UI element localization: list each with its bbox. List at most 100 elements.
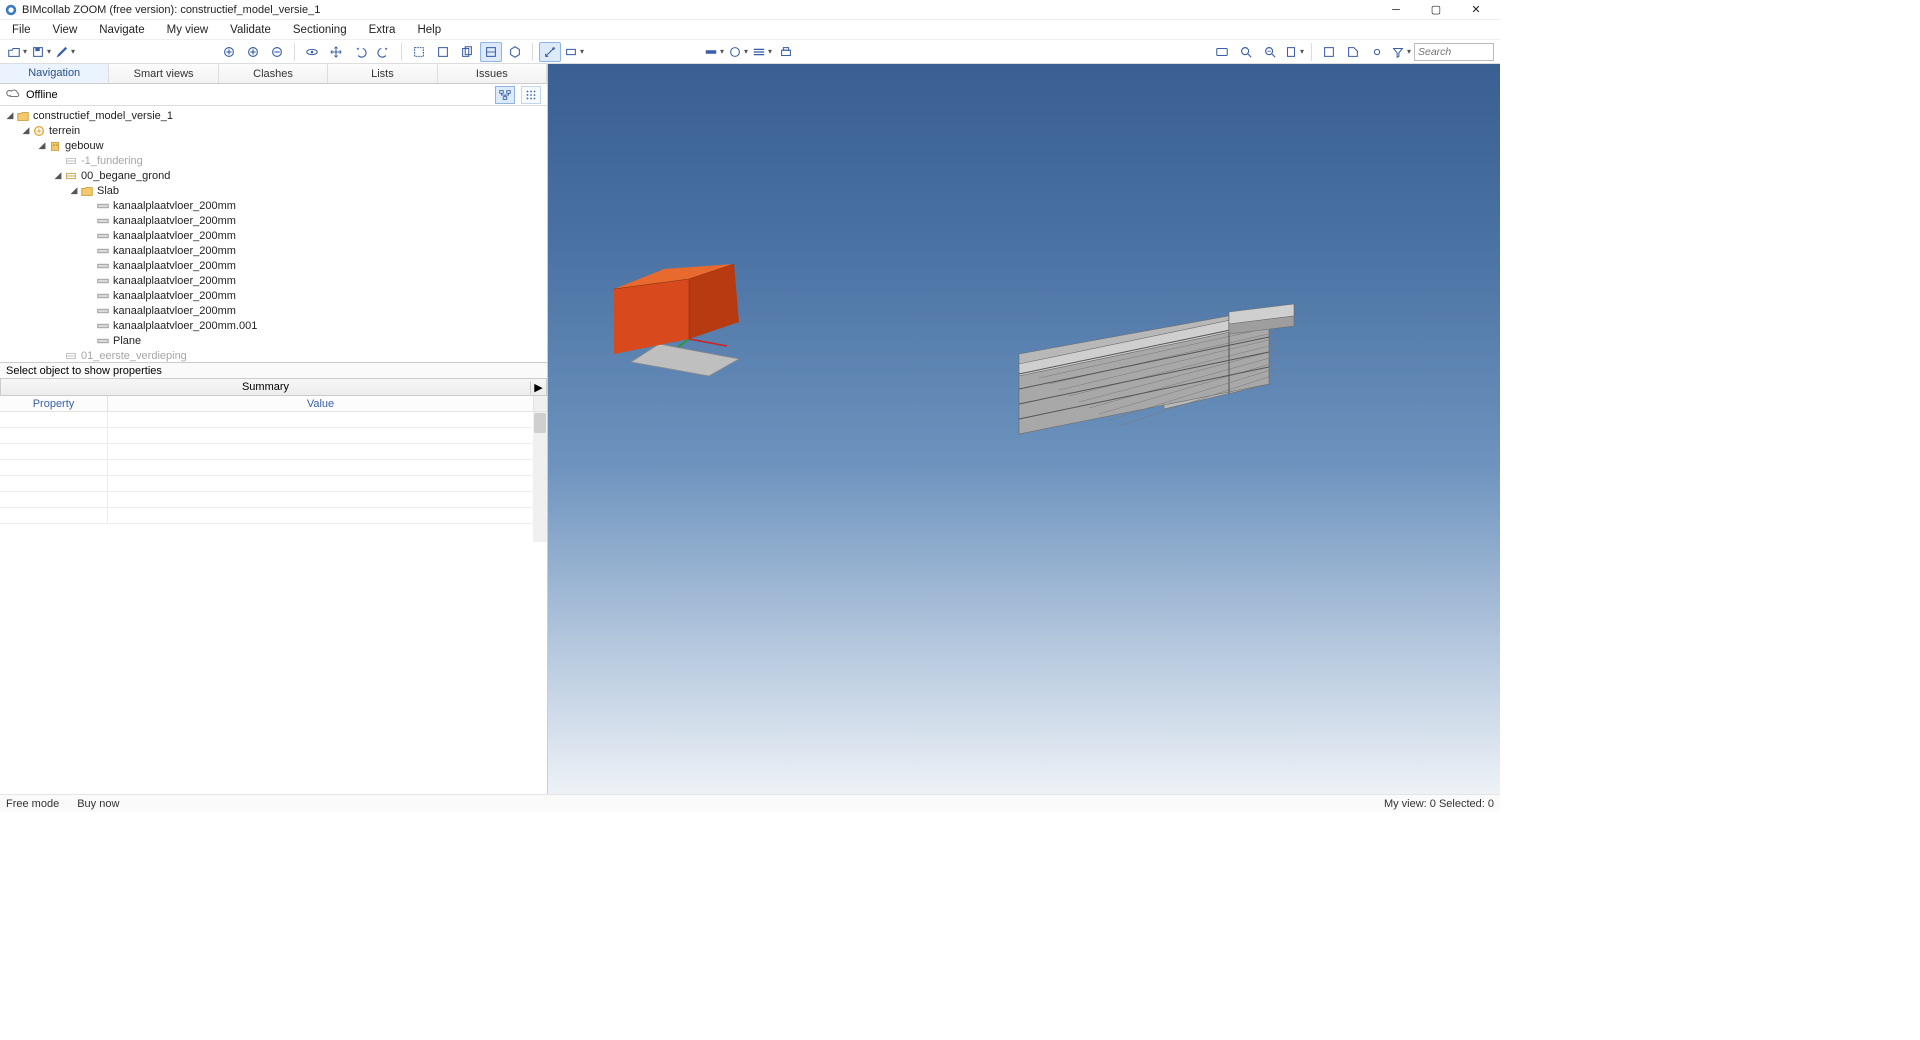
- tree-row-slabitem[interactable]: kanaalplaatvloer_200mm: [0, 303, 547, 318]
- menu-extra[interactable]: Extra: [365, 22, 400, 38]
- tree-row-root[interactable]: ◢constructief_model_versie_1: [0, 108, 547, 123]
- close-button[interactable]: ✕: [1456, 0, 1496, 20]
- property-scrollbar[interactable]: [533, 412, 547, 542]
- tree-mode-hierarchy[interactable]: [495, 86, 515, 104]
- cloud-icon: [6, 86, 20, 103]
- tree-row-slabitem[interactable]: kanaalplaatvloer_200mm.001: [0, 318, 547, 333]
- menu-file[interactable]: File: [8, 22, 35, 38]
- filter-button[interactable]: [1390, 42, 1412, 62]
- annotation-button[interactable]: [563, 42, 585, 62]
- display-mode-button[interactable]: [703, 42, 725, 62]
- bcf-button[interactable]: [1318, 42, 1340, 62]
- select-button[interactable]: [408, 42, 430, 62]
- toolbar-center: [703, 42, 797, 62]
- properties-placeholder: Select object to show properties: [0, 362, 547, 378]
- tree-row-eerste[interactable]: 01_eerste_verdieping: [0, 348, 547, 362]
- tree-row-slabitem[interactable]: kanaalplaatvloer_200mm: [0, 198, 547, 213]
- link-button[interactable]: [1366, 42, 1388, 62]
- viewport-object-cube: [614, 264, 739, 354]
- element-icon: [96, 244, 110, 258]
- tree-row-plane[interactable]: Plane: [0, 333, 547, 348]
- tree-row-terrein[interactable]: ◢terrein: [0, 123, 547, 138]
- minimize-button[interactable]: ─: [1376, 0, 1416, 20]
- tree-row-slabitem[interactable]: kanaalplaatvloer_200mm: [0, 288, 547, 303]
- tab-issues[interactable]: Issues: [438, 64, 547, 83]
- property-grid-body: [0, 412, 547, 542]
- tree-row-slabitem[interactable]: kanaalplaatvloer_200mm: [0, 228, 547, 243]
- element-icon: [96, 274, 110, 288]
- box-button[interactable]: [480, 42, 502, 62]
- toolbar-right: [1211, 42, 1494, 62]
- zoom-fit-button[interactable]: [218, 42, 240, 62]
- 3d-viewport[interactable]: [548, 64, 1500, 794]
- element-icon: [96, 199, 110, 213]
- tree-row-fundering[interactable]: -1_fundering: [0, 153, 547, 168]
- element-icon: [96, 259, 110, 273]
- property-grid-header: Property Value: [0, 396, 547, 412]
- menu-help[interactable]: Help: [413, 22, 445, 38]
- titlebar: BIMcollab ZOOM (free version): construct…: [0, 0, 1500, 20]
- tree-row-slabitem[interactable]: kanaalplaatvloer_200mm: [0, 213, 547, 228]
- folder-icon: [80, 184, 94, 198]
- zoom-selection-button[interactable]: [1235, 42, 1257, 62]
- tree-row-slabitem[interactable]: kanaalplaatvloer_200mm: [0, 258, 547, 273]
- maximize-button[interactable]: ▢: [1416, 0, 1456, 20]
- tree-row-slabitem[interactable]: kanaalplaatvloer_200mm: [0, 243, 547, 258]
- hide-button[interactable]: [432, 42, 454, 62]
- summary-label: Summary: [1, 381, 530, 393]
- orbit-button[interactable]: [301, 42, 323, 62]
- element-icon: [96, 304, 110, 318]
- element-icon: [96, 319, 110, 333]
- storey-icon: [64, 349, 78, 363]
- edges-button[interactable]: [751, 42, 773, 62]
- zoom-in-button[interactable]: [242, 42, 264, 62]
- pan-button[interactable]: [325, 42, 347, 62]
- summary-next-icon[interactable]: ▶: [530, 381, 546, 394]
- tag-button[interactable]: [1342, 42, 1364, 62]
- column-value[interactable]: Value: [108, 396, 533, 411]
- zoom-window-button[interactable]: [1259, 42, 1281, 62]
- redo-view-button[interactable]: [373, 42, 395, 62]
- tree-row-slabitem[interactable]: kanaalplaatvloer_200mm: [0, 273, 547, 288]
- storey-icon: [64, 154, 78, 168]
- section-button[interactable]: [456, 42, 478, 62]
- tree-row-gebouw[interactable]: ◢gebouw: [0, 138, 547, 153]
- measure-button[interactable]: [539, 42, 561, 62]
- tab-clashes[interactable]: Clashes: [219, 64, 328, 83]
- clipboard-button[interactable]: [1283, 42, 1305, 62]
- search-input[interactable]: [1414, 43, 1494, 61]
- menubar: File View Navigate My view Validate Sect…: [0, 20, 1500, 40]
- settings-button[interactable]: [54, 42, 76, 62]
- tab-lists[interactable]: Lists: [328, 64, 437, 83]
- zoom-out-button[interactable]: [266, 42, 288, 62]
- status-selection: My view: 0 Selected: 0: [1384, 798, 1494, 810]
- undo-view-button[interactable]: [349, 42, 371, 62]
- print-button[interactable]: [775, 42, 797, 62]
- tab-navigation[interactable]: Navigation: [0, 64, 109, 83]
- menu-myview[interactable]: My view: [163, 22, 213, 38]
- tree-row-begane[interactable]: ◢00_begane_grond: [0, 168, 547, 183]
- main-toolbar: [0, 40, 1500, 64]
- summary-header[interactable]: Summary ▶: [0, 378, 547, 396]
- cube-button[interactable]: [504, 42, 526, 62]
- menu-navigate[interactable]: Navigate: [95, 22, 148, 38]
- column-property[interactable]: Property: [0, 396, 108, 411]
- storey-icon: [64, 169, 78, 183]
- scrollbar-header: [533, 396, 547, 411]
- element-icon: [96, 334, 110, 348]
- shading-button[interactable]: [727, 42, 749, 62]
- app-icon: [4, 3, 18, 17]
- tree-mode-flat[interactable]: [521, 86, 541, 104]
- screenshot-button[interactable]: [1211, 42, 1233, 62]
- reference-plane: [631, 344, 739, 376]
- menu-validate[interactable]: Validate: [226, 22, 275, 38]
- status-buy[interactable]: Buy now: [77, 798, 119, 810]
- model-tree[interactable]: ◢constructief_model_versie_1 ◢terrein ◢g…: [0, 106, 547, 362]
- site-icon: [32, 124, 46, 138]
- tree-row-slab[interactable]: ◢Slab: [0, 183, 547, 198]
- menu-sectioning[interactable]: Sectioning: [289, 22, 351, 38]
- tab-smartviews[interactable]: Smart views: [109, 64, 218, 83]
- menu-view[interactable]: View: [49, 22, 82, 38]
- save-button[interactable]: [30, 42, 52, 62]
- open-button[interactable]: [6, 42, 28, 62]
